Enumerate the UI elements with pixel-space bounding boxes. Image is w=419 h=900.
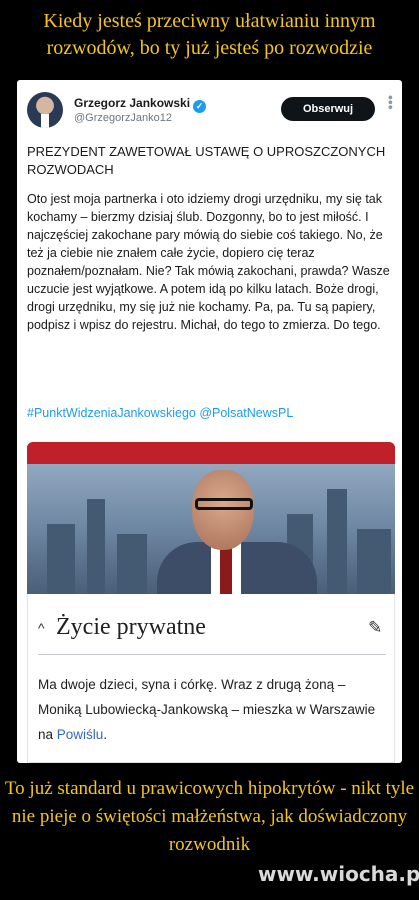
divider	[38, 654, 386, 655]
author-name[interactable]: Grzegorz Jankowski ✓	[74, 96, 207, 113]
wiki-paragraph: Ma dwoje dzieci, syna i córkę. Wraz z dr…	[38, 672, 388, 747]
chevron-up-icon[interactable]: ^	[38, 620, 45, 636]
more-dots-icon[interactable]: •••	[383, 95, 399, 110]
edit-pencil-icon[interactable]: ✎	[368, 618, 382, 638]
verified-icon: ✓	[193, 100, 207, 113]
wiki-section: ^ Życie prywatne ✎ Ma dwoje dzieci, syna…	[27, 594, 395, 763]
tweet-hashtags[interactable]: #PunktWidzeniaJankowskiego @PolsatNewsPL	[27, 406, 395, 420]
meme-title: Kiedy jesteś przeciwny ułatwianiu innym …	[43, 10, 376, 59]
avatar[interactable]	[27, 92, 63, 128]
follow-button[interactable]: Obserwuj	[281, 97, 375, 121]
author-name-text: Grzegorz Jankowski	[74, 96, 191, 110]
meme-caption: To już standard u prawicowych hipokrytów…	[4, 778, 415, 855]
tweet-headline: PREZYDENT ZAWETOWAŁ USTAWĘ O UPROSZCZONY…	[27, 144, 386, 177]
wiki-section-header[interactable]: ^ Życie prywatne ✎	[38, 614, 388, 648]
wiki-text-end: .	[103, 727, 108, 742]
tweet-header: Grzegorz Jankowski ✓ @GrzegorzJanko12 Obs…	[17, 80, 402, 142]
wiki-section-title: Życie prywatne	[56, 614, 206, 640]
tweet-body: Oto jest moja partnerka i oto idziemy dr…	[27, 192, 390, 332]
watermark: www.wiocha.pl	[258, 862, 419, 886]
author-handle[interactable]: @GrzegorzJanko12	[74, 112, 172, 124]
screenshot-panel: Grzegorz Jankowski ✓ @GrzegorzJanko12 Obs…	[17, 80, 402, 763]
tweet-photo[interactable]	[27, 442, 395, 594]
wiki-link-powisle[interactable]: Powiślu	[57, 727, 104, 742]
